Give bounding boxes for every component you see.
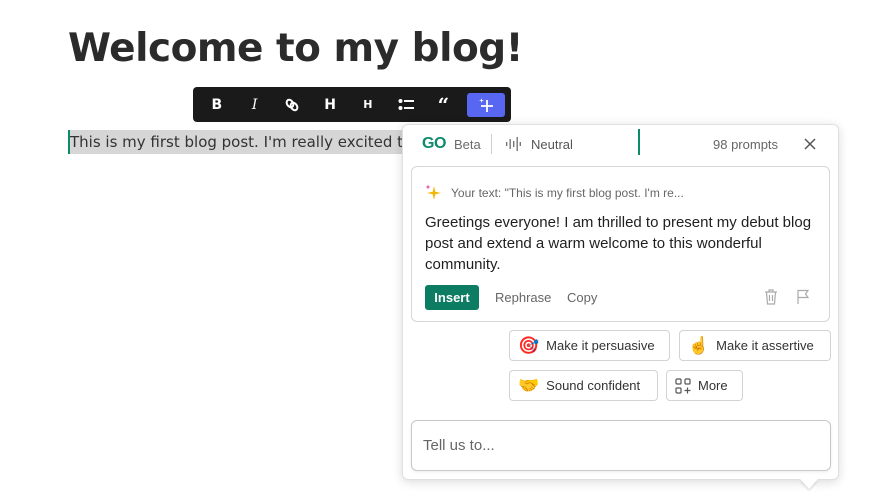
- grid-plus-icon: [675, 377, 691, 394]
- quote-button[interactable]: “: [426, 93, 462, 117]
- link-icon: [286, 98, 299, 111]
- heading2-button[interactable]: H: [350, 93, 386, 117]
- bold-button[interactable]: B: [199, 93, 235, 117]
- prompt-input-box: [411, 420, 831, 471]
- close-icon[interactable]: [801, 135, 819, 153]
- italic-button[interactable]: I: [237, 93, 273, 117]
- chip-label: Make it persuasive: [546, 338, 655, 353]
- heading1-button[interactable]: H: [312, 93, 348, 117]
- header-divider: [491, 134, 492, 154]
- post-title[interactable]: Welcome to my blog!: [68, 26, 523, 71]
- more-chip[interactable]: More: [666, 370, 743, 401]
- go-logo: GO: [422, 135, 446, 152]
- ai-assistant-panel: GO Beta Neutral 98 prompts Your text: "T…: [402, 124, 839, 480]
- flag-icon[interactable]: [796, 289, 810, 305]
- make-persuasive-chip[interactable]: 🎯 Make it persuasive: [509, 330, 670, 361]
- rephrase-button[interactable]: Rephrase: [495, 290, 551, 305]
- source-text-preview: Your text: "This is my first blog post. …: [451, 186, 684, 200]
- trash-icon[interactable]: [764, 289, 778, 305]
- insert-button[interactable]: Insert: [425, 285, 479, 310]
- chip-label: Make it assertive: [716, 338, 814, 353]
- target-icon: 🎯: [518, 336, 540, 355]
- suggestion-card: Your text: "This is my first blog post. …: [411, 166, 830, 322]
- ai-assist-button[interactable]: [467, 92, 505, 117]
- sparkle-icon: [425, 184, 441, 200]
- format-toolbar: B I H H “: [193, 87, 511, 122]
- prompt-input[interactable]: [412, 421, 830, 470]
- panel-pointer: [800, 479, 818, 489]
- link-button[interactable]: [275, 93, 311, 117]
- rewrite-result: Greetings everyone! I am thrilled to pre…: [425, 214, 812, 273]
- copy-button[interactable]: Copy: [567, 290, 597, 305]
- chip-label: Sound confident: [546, 378, 641, 393]
- bullet-list-button[interactable]: [388, 93, 424, 117]
- panel-header: GO Beta Neutral 98 prompts: [403, 125, 838, 163]
- chip-label: More: [698, 378, 728, 393]
- beta-badge: Beta: [454, 137, 481, 152]
- make-assertive-chip[interactable]: ☝ Make it assertive: [679, 330, 831, 361]
- handshake-icon: 🤝: [518, 376, 540, 395]
- waveform-icon: [506, 137, 521, 151]
- prompts-count: 98 prompts: [713, 137, 779, 152]
- text-cursor: [638, 129, 640, 155]
- pointing-finger-icon: ☝: [688, 336, 710, 355]
- sound-confident-chip[interactable]: 🤝 Sound confident: [509, 370, 658, 401]
- bullet-list-icon: [398, 98, 414, 110]
- post-body-text[interactable]: This is my first blog post. I'm really e…: [68, 130, 405, 154]
- sparkle-plus-icon: [479, 97, 494, 112]
- tone-selector[interactable]: Neutral: [531, 137, 573, 152]
